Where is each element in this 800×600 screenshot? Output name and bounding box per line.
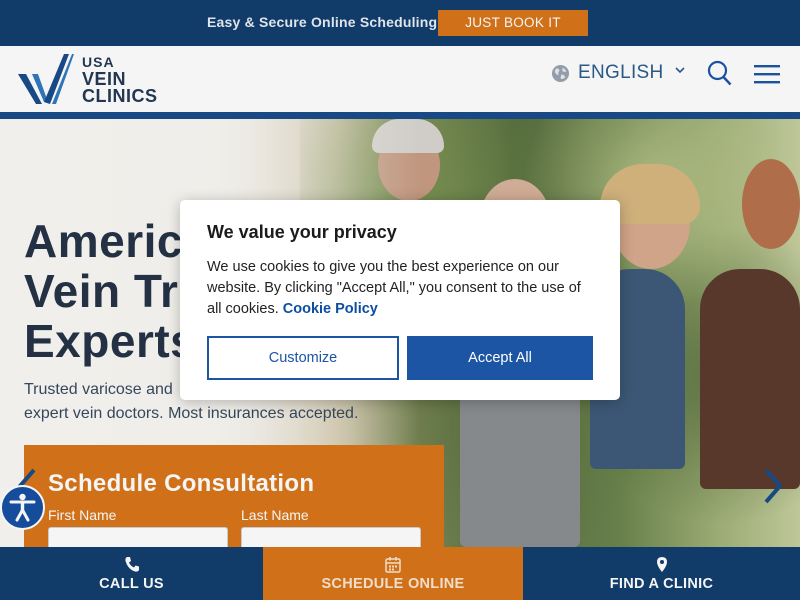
accept-all-button[interactable]: Accept All — [407, 336, 593, 380]
cookie-dialog-text: We use cookies to give you the best expe… — [207, 259, 581, 317]
cookie-policy-link[interactable]: Cookie Policy — [283, 301, 378, 317]
cookie-consent-dialog: We value your privacy We use cookies to … — [180, 200, 620, 400]
cookie-dialog-title: We value your privacy — [207, 222, 397, 242]
customize-button[interactable]: Customize — [207, 336, 399, 380]
cookie-dialog-body: We use cookies to give you the best expe… — [207, 257, 597, 320]
